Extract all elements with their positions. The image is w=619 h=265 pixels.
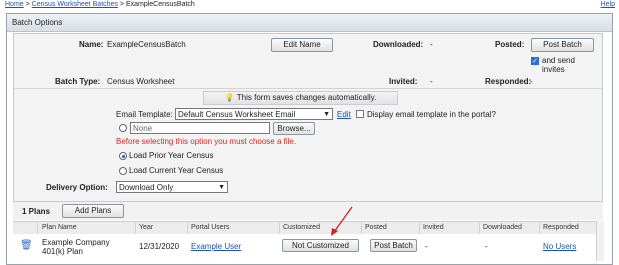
annotation-arrow-icon bbox=[331, 206, 353, 236]
